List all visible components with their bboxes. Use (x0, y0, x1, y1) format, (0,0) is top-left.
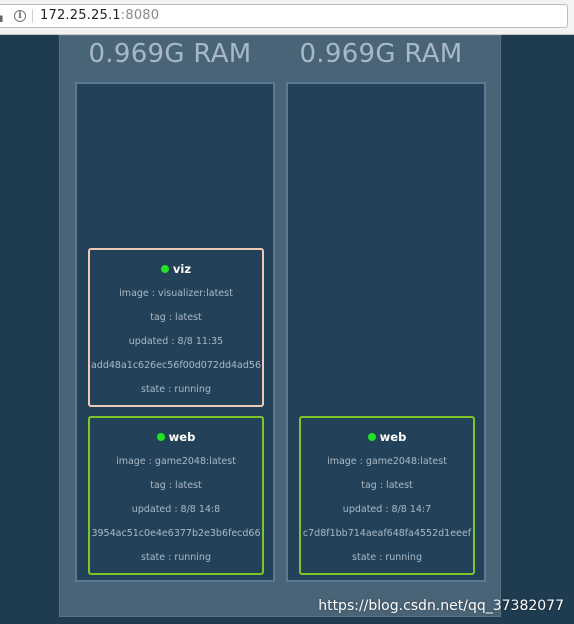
service-state: state : running (141, 384, 211, 395)
service-name: viz (172, 262, 192, 276)
service-image: image : game2048:latest (116, 456, 236, 467)
service-header: viz (90, 262, 262, 278)
cluster-panel: 0.969G RAM viz image : visualizer:latest… (59, 35, 501, 617)
node-ram-title: 0.969G RAM (88, 39, 252, 69)
url-host: 172.25.25.1 (40, 8, 121, 23)
service-image: image : game2048:latest (327, 456, 447, 467)
service-tag: tag : latest (150, 480, 202, 491)
node-column: web image : game2048:latest tag : latest… (286, 82, 486, 582)
browser-toolbar: ▪ i 172.25.25.1:8080 (0, 0, 574, 35)
service-name: web (379, 430, 407, 444)
service-tag: tag : latest (150, 312, 202, 323)
url-text[interactable]: 172.25.25.1:8080 (40, 8, 159, 23)
running-status-icon (156, 433, 165, 441)
service-id: add48a1c626ec56f00d072dd4ad56 (91, 360, 261, 371)
service-state: state : running (141, 552, 211, 563)
running-status-icon (367, 433, 376, 441)
service-header: web (301, 430, 473, 446)
address-bar[interactable]: ▪ i 172.25.25.1:8080 (0, 4, 568, 28)
service-card-web[interactable]: web image : game2048:latest tag : latest… (88, 416, 264, 575)
address-bar-edge: ▪ (0, 11, 4, 26)
service-image: image : visualizer:latest (119, 288, 233, 299)
service-card-web[interactable]: web image : game2048:latest tag : latest… (299, 416, 475, 575)
service-card-viz[interactable]: viz image : visualizer:latest tag : late… (88, 248, 264, 407)
service-updated: updated : 8/8 14:7 (342, 504, 432, 515)
running-status-icon (160, 265, 169, 273)
node-ram-title: 0.969G RAM (299, 39, 463, 69)
service-name: web (168, 430, 196, 444)
service-id: c7d8f1bb714aeaf648fa4552d1eeef (302, 528, 472, 539)
service-header: web (90, 430, 262, 446)
site-info-icon[interactable]: i (14, 10, 26, 22)
url-port: :8080 (120, 8, 160, 23)
service-tag: tag : latest (361, 480, 413, 491)
service-id: 3954ac51c0e4e6377b2e3b6fecd66 (91, 528, 261, 539)
service-state: state : running (352, 552, 422, 563)
service-updated: updated : 8/8 14:8 (131, 504, 221, 515)
service-updated: updated : 8/8 11:35 (128, 336, 224, 347)
watermark: https://blog.csdn.net/qq_37382077 (318, 598, 564, 614)
address-separator (32, 9, 33, 23)
node-column: viz image : visualizer:latest tag : late… (75, 82, 275, 582)
